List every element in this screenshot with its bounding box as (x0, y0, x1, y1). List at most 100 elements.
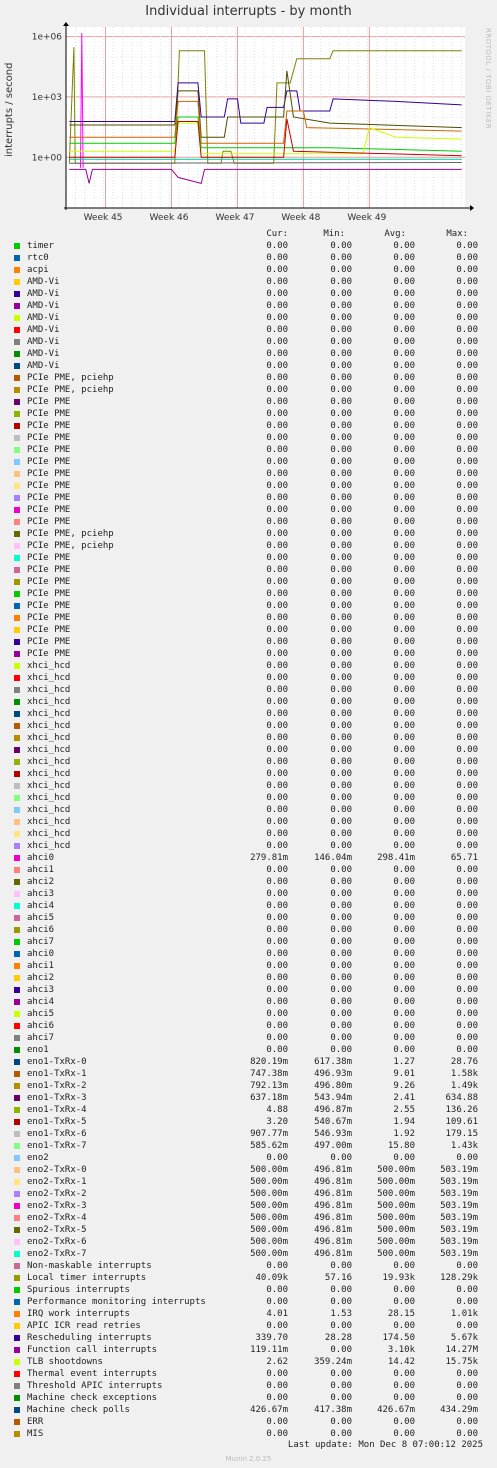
legend-max: 0.00 (456, 553, 478, 563)
y-tick-label: 1e+06 (32, 33, 63, 43)
legend-max: 0.00 (456, 1033, 478, 1043)
legend-cur: 500.00m (250, 1237, 288, 1247)
legend-label: xhci_hcd (27, 805, 71, 815)
legend-swatch (14, 471, 20, 477)
legend-min: 359.24m (314, 1357, 352, 1367)
legend-cur: 0.00 (266, 949, 288, 959)
legend-min: 496.81m (314, 1213, 352, 1223)
legend-cur: 500.00m (250, 1225, 288, 1235)
legend-max: 0.00 (456, 985, 478, 995)
legend-row: eno2-TxRx-2 500.00m 496.81m 500.00m 503.19m (0, 1188, 497, 1200)
legend-max: 0.00 (456, 301, 478, 311)
legend-label: eno1-TxRx-7 (27, 1141, 87, 1151)
legend-avg: 0.00 (393, 721, 415, 731)
legend-row: PCIe PME, pciehp 0.00 0.00 0.00 0.00 (0, 384, 497, 396)
legend-cur: 0.00 (266, 901, 288, 911)
legend-label: ahci5 (27, 1009, 55, 1019)
x-tick-label: Week 49 (347, 213, 386, 223)
legend-max: 0.00 (456, 637, 478, 647)
legend-max: 0.00 (456, 277, 478, 287)
legend-avg: 298.41m (377, 853, 415, 863)
legend-min: 0.00 (330, 673, 352, 683)
legend-max: 0.00 (456, 445, 478, 455)
legend-min: 617.38m (314, 1057, 352, 1067)
legend-swatch (14, 639, 20, 645)
legend-max: 0.00 (456, 1429, 478, 1439)
legend-min: 543.94m (314, 1093, 352, 1103)
legend-min: 417.38m (314, 1405, 352, 1415)
legend-avg: 0.00 (393, 973, 415, 983)
legend-label: eno1-TxRx-6 (27, 1129, 87, 1139)
legend-swatch (14, 1407, 20, 1413)
legend-label: ahci6 (27, 1021, 55, 1031)
legend-max: 503.19m (440, 1189, 478, 1199)
legend-swatch (14, 1287, 20, 1293)
legend-avg: 0.00 (393, 301, 415, 311)
legend-swatch (14, 1239, 20, 1245)
legend-max: 0.00 (456, 469, 478, 479)
legend-cur: 0.00 (266, 289, 288, 299)
legend-row: ahci5 0.00 0.00 0.00 0.00 (0, 912, 497, 924)
legend-swatch (14, 1251, 20, 1257)
legend-cur: 0.00 (266, 721, 288, 731)
legend-cur: 0.00 (266, 745, 288, 755)
legend-max: 28.76 (450, 1057, 478, 1067)
legend-avg: 0.00 (393, 253, 415, 263)
legend-min: 0.00 (330, 265, 352, 275)
legend-label: Machine check exceptions (27, 1393, 158, 1403)
legend-max: 0.00 (456, 385, 478, 395)
legend-max: 0.00 (456, 265, 478, 275)
legend-cur: 0.00 (266, 673, 288, 683)
legend-row: eno2-TxRx-3 500.00m 496.81m 500.00m 503.19m (0, 1200, 497, 1212)
legend-min: 0.00 (330, 841, 352, 851)
legend-avg: 0.00 (393, 409, 415, 419)
legend-swatch (14, 819, 20, 825)
legend-max: 0.00 (456, 1321, 478, 1331)
legend-label: AMD-Vi (27, 349, 60, 359)
legend-row: ahci6 0.00 0.00 0.00 0.00 (0, 1020, 497, 1032)
legend-row: Machine check polls 426.67m 417.38m 426.67m… (0, 1404, 497, 1416)
legend-swatch (14, 915, 20, 921)
legend-swatch (14, 903, 20, 909)
legend-cur: 0.00 (266, 517, 288, 527)
x-tick-label: Week 45 (84, 213, 123, 223)
legend-max: 0.00 (456, 781, 478, 791)
legend-min: 0.00 (330, 313, 352, 323)
legend-label: PCIe PME, pciehp (27, 373, 114, 383)
legend-max: 0.00 (456, 745, 478, 755)
legend-cur: 0.00 (266, 469, 288, 479)
legend-avg: 0.00 (393, 337, 415, 347)
legend-max: 0.00 (456, 949, 478, 959)
legend-min: 0.00 (330, 745, 352, 755)
legend-max: 0.00 (456, 1285, 478, 1295)
legend-max: 0.00 (456, 529, 478, 539)
legend-max: 0.00 (456, 397, 478, 407)
legend-max: 136.26 (445, 1105, 478, 1115)
legend-label: ahci1 (27, 961, 55, 971)
legend-row: PCIe PME 0.00 0.00 0.00 0.00 (0, 648, 497, 660)
legend-min: 0.00 (330, 817, 352, 827)
legend-row: AMD-Vi 0.00 0.00 0.00 0.00 (0, 300, 497, 312)
legend-min: 0.00 (330, 505, 352, 515)
legend-min: 0.00 (330, 721, 352, 731)
legend-cur: 0.00 (266, 733, 288, 743)
legend-min: 0.00 (330, 949, 352, 959)
legend-cur: 0.00 (266, 1429, 288, 1439)
legend-avg: 0.00 (393, 733, 415, 743)
legend-label: PCIe PME (27, 493, 71, 503)
legend-label: AMD-Vi (27, 301, 60, 311)
legend-max: 0.00 (456, 577, 478, 587)
legend-max: 0.00 (456, 805, 478, 815)
legend-label: PCIe PME (27, 565, 71, 575)
legend-min: 0.00 (330, 277, 352, 287)
legend-min: 0.00 (330, 397, 352, 407)
legend-swatch (14, 627, 20, 633)
legend-min: 540.67m (314, 1117, 352, 1127)
legend-row: eno1-TxRx-3 637.18m 543.94m 2.41 634.88 (0, 1092, 497, 1104)
legend-cur: 0.00 (266, 241, 288, 251)
legend-cur: 3.20 (266, 1117, 288, 1127)
legend-label: Rescheduling interrupts (27, 1333, 152, 1343)
legend-avg: 0.00 (393, 493, 415, 503)
legend-label: eno1-TxRx-5 (27, 1117, 87, 1127)
legend-label: ahci3 (27, 889, 55, 899)
